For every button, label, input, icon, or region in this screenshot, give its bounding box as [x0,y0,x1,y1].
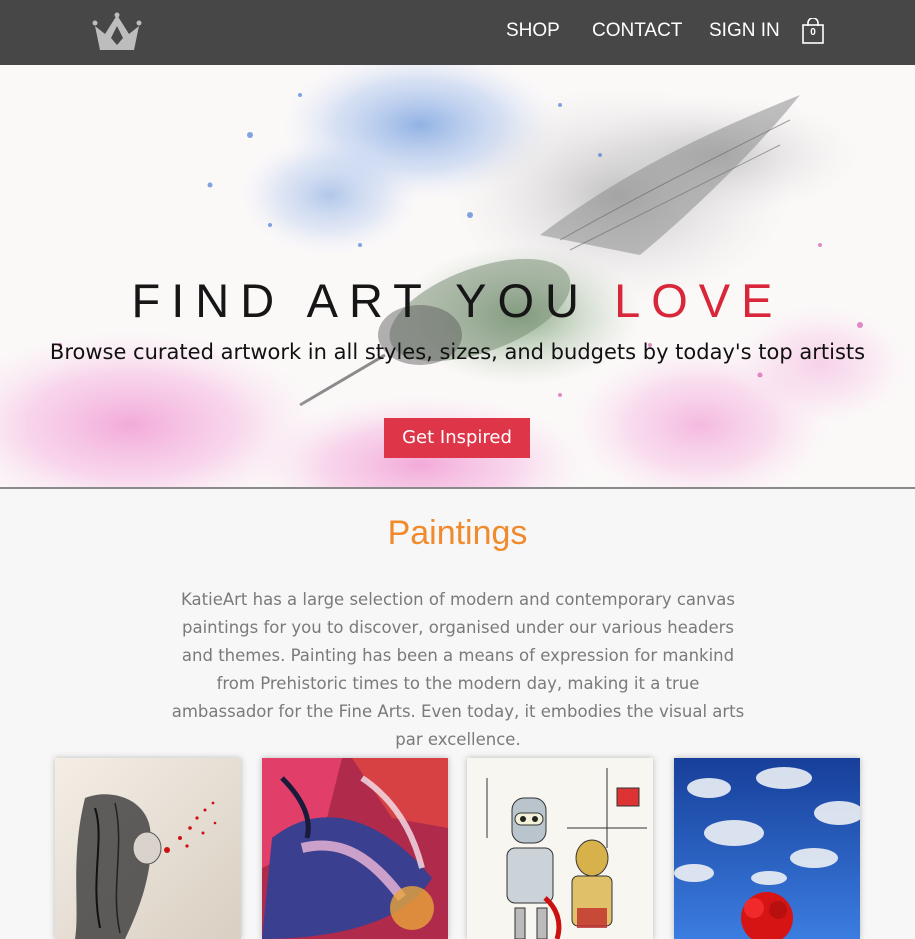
paintings-gallery [0,758,915,939]
cart-count-badge: 0 [810,27,816,38]
nav-contact-link[interactable]: CONTACT [592,20,682,42]
crown-icon[interactable] [92,12,142,52]
nav-shop-link[interactable]: SHOP [506,20,560,42]
site-header: SHOP CONTACT SIGN IN 0 [0,0,915,65]
shopping-bag-icon[interactable]: 0 [802,17,824,44]
hero-headline-main: FIND ART YOU [131,274,615,327]
painting-thumbnail[interactable] [55,758,241,939]
hero-headline: FIND ART YOU LOVE [0,273,915,328]
painting-thumbnail[interactable] [467,758,653,939]
nav-sign-in-link[interactable]: SIGN IN [709,20,780,42]
hero-banner: FIND ART YOU LOVE Browse curated artwork… [0,65,915,489]
hero-subtitle: Browse curated artwork in all styles, si… [49,340,866,364]
get-inspired-button[interactable]: Get Inspired [384,418,530,458]
painting-thumbnail[interactable] [674,758,860,939]
paintings-heading: Paintings [387,514,528,552]
paintings-description: KatieArt has a large selection of modern… [171,590,745,749]
painting-thumbnail[interactable] [262,758,448,939]
hero-headline-accent: LOVE [614,274,784,327]
